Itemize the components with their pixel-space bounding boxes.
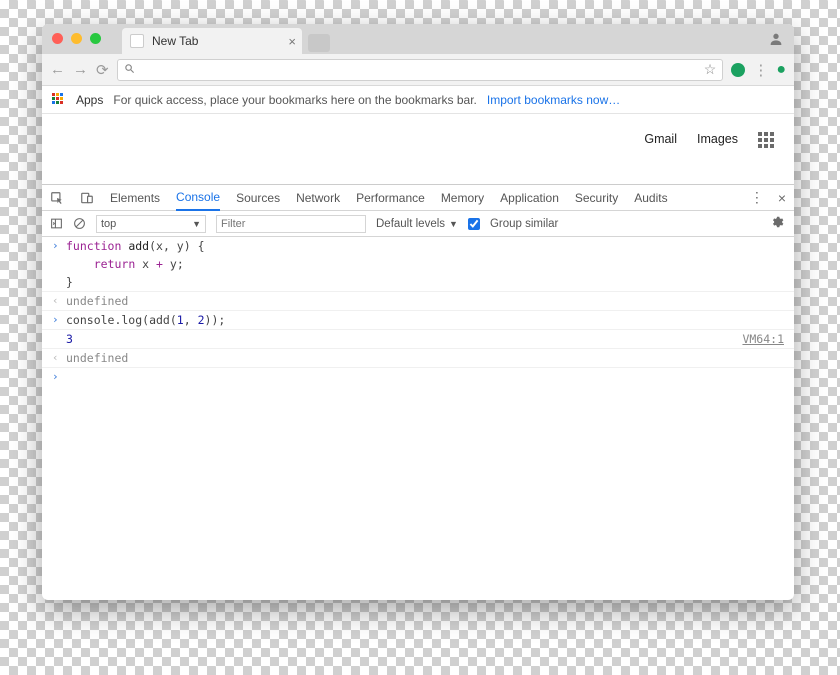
tab-console[interactable]: Console (176, 190, 220, 211)
console-toolbar: top ▼ Default levels ▼ Group similar (42, 211, 794, 237)
prompt-icon: › (52, 313, 66, 326)
return-icon: ‹ (52, 351, 66, 364)
code-line: return x + y; (66, 257, 184, 271)
log-output: 3 (66, 332, 73, 346)
devtools-close-icon[interactable]: × (778, 190, 786, 206)
close-window-button[interactable] (52, 33, 63, 44)
extensions-menu-icon[interactable]: ⋮ (753, 61, 768, 79)
extension-icon-2[interactable]: ● (776, 61, 786, 79)
gmail-link[interactable]: Gmail (644, 132, 677, 146)
source-link[interactable]: VM64:1 (742, 332, 784, 346)
chevron-down-icon: ▼ (192, 219, 201, 229)
return-value: undefined (66, 294, 128, 308)
filter-input[interactable] (216, 215, 366, 233)
console-settings-icon[interactable] (770, 215, 784, 232)
tab-performance[interactable]: Performance (356, 191, 425, 205)
devtools-panel: Elements Console Sources Network Perform… (42, 184, 794, 600)
favicon-icon (130, 34, 144, 48)
console-return-row: ‹ undefined (42, 349, 794, 368)
tab-sources[interactable]: Sources (236, 191, 280, 205)
console-output: › function add(x, y) { return x + y; } ‹… (42, 237, 794, 600)
new-tab-page: Gmail Images (42, 114, 794, 184)
profile-icon[interactable] (768, 31, 784, 52)
import-bookmarks-link[interactable]: Import bookmarks now… (487, 93, 620, 107)
inspect-element-icon[interactable] (50, 191, 64, 205)
google-apps-icon[interactable] (758, 132, 774, 148)
tab-application[interactable]: Application (500, 191, 559, 205)
tab-title: New Tab (152, 34, 198, 48)
console-sidebar-toggle-icon[interactable] (50, 217, 63, 230)
tab-audits[interactable]: Audits (634, 191, 667, 205)
tab-elements[interactable]: Elements (110, 191, 160, 205)
console-prompt-row[interactable]: › (42, 368, 794, 385)
extension-icon-1[interactable] (731, 63, 745, 77)
tab-network[interactable]: Network (296, 191, 340, 205)
devtools-menu-icon[interactable]: ⋮ (750, 189, 764, 206)
tab-memory[interactable]: Memory (441, 191, 484, 205)
prompt-icon: › (52, 370, 66, 383)
code-line: } (66, 275, 73, 289)
close-tab-button[interactable]: × (288, 34, 296, 49)
reload-button[interactable]: ⟳ (96, 61, 109, 79)
images-link[interactable]: Images (697, 132, 738, 146)
return-icon: ‹ (52, 294, 66, 307)
new-tab-button[interactable] (308, 34, 330, 52)
apps-label[interactable]: Apps (76, 93, 103, 107)
tab-strip: New Tab × (42, 24, 794, 54)
search-icon (124, 63, 135, 77)
console-input-row: } (42, 273, 794, 292)
fullscreen-window-button[interactable] (90, 33, 101, 44)
minimize-window-button[interactable] (71, 33, 82, 44)
clear-console-icon[interactable] (73, 217, 86, 230)
browser-window: New Tab × ← → ⟳ ☆ ⋮ ● Apps For quick acc… (42, 24, 794, 600)
group-similar-label: Group similar (490, 218, 558, 230)
apps-icon[interactable] (52, 93, 66, 107)
back-button[interactable]: ← (50, 61, 65, 78)
code-line: console.log(add(1, 2)); (66, 313, 225, 327)
return-value: undefined (66, 351, 128, 365)
bookmark-hint: For quick access, place your bookmarks h… (113, 93, 477, 107)
console-log-row: 3 VM64:1 (42, 330, 794, 349)
console-input-row: return x + y; (42, 255, 794, 273)
address-bar-row: ← → ⟳ ☆ ⋮ ● (42, 54, 794, 86)
group-similar-checkbox[interactable] (468, 218, 480, 230)
console-input-row: › function add(x, y) { (42, 237, 794, 255)
tab-security[interactable]: Security (575, 191, 618, 205)
window-controls (52, 33, 101, 44)
forward-button[interactable]: → (73, 61, 88, 78)
code-line: function add(x, y) { (66, 239, 205, 253)
chevron-down-icon: ▼ (449, 219, 458, 229)
context-select-value: top (101, 218, 116, 230)
devtools-tab-bar: Elements Console Sources Network Perform… (42, 185, 794, 211)
log-levels-select[interactable]: Default levels ▼ (376, 218, 458, 230)
browser-tab[interactable]: New Tab × (122, 28, 302, 54)
prompt-icon: › (52, 239, 66, 252)
bookmark-star-icon[interactable]: ☆ (704, 61, 717, 78)
device-toolbar-icon[interactable] (80, 191, 94, 205)
log-levels-label: Default levels (376, 218, 445, 230)
omnibox[interactable]: ☆ (117, 59, 724, 81)
console-input-row: › console.log(add(1, 2)); (42, 311, 794, 330)
console-return-row: ‹ undefined (42, 292, 794, 311)
bookmarks-bar: Apps For quick access, place your bookma… (42, 86, 794, 114)
context-select[interactable]: top ▼ (96, 215, 206, 233)
